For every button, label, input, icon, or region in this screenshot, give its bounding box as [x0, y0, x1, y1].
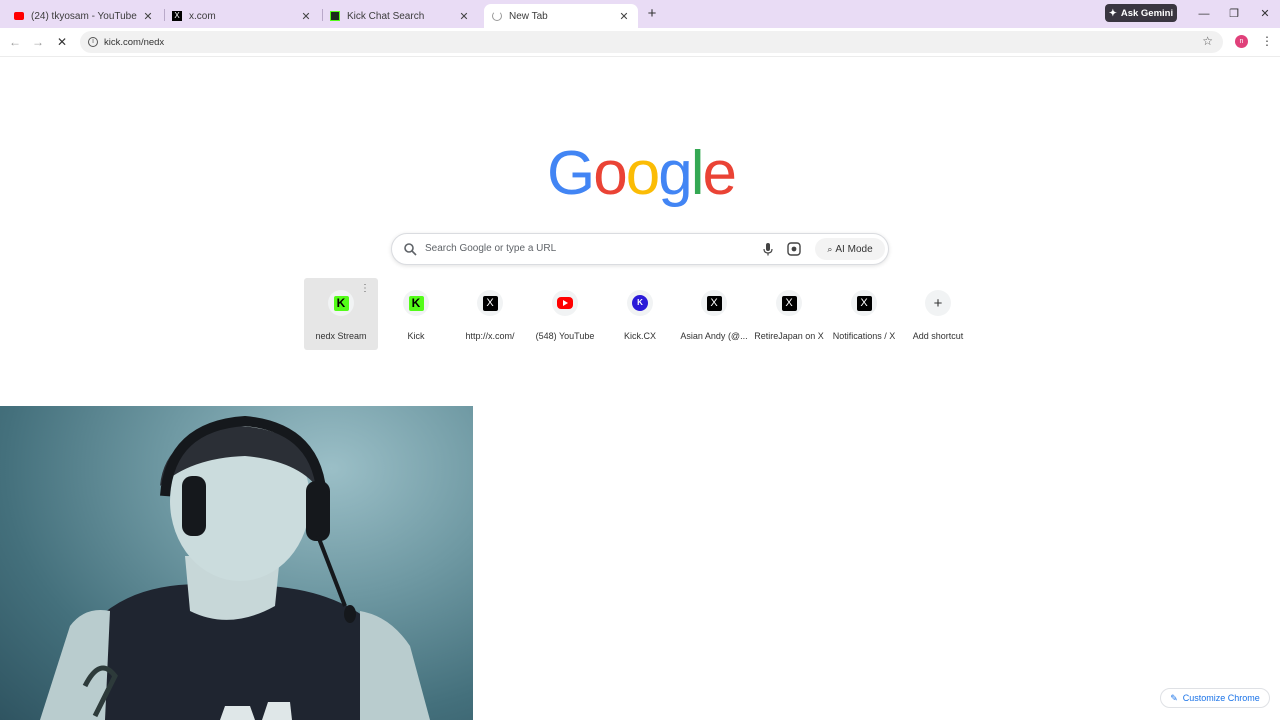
address-url[interactable]: kick.com/nedx	[104, 37, 164, 48]
customize-chrome-button[interactable]: ✎ Customize Chrome	[1160, 688, 1270, 708]
ai-mode-label: AI Mode	[835, 243, 873, 255]
ai-mode-button[interactable]: ⌕ AI Mode	[815, 238, 885, 260]
google-logo: G o o g l e	[547, 138, 737, 208]
tab-strip: (24) tkyosam - YouTube ✕ X x.com ✕ Kick …	[0, 0, 1280, 28]
microphone-icon[interactable]	[762, 242, 774, 256]
shortcut-icon-circle: K	[627, 290, 653, 316]
tab-new-tab[interactable]: New Tab ✕	[484, 4, 638, 28]
webcam-person-image	[40, 415, 430, 720]
ai-search-icon: ⌕	[827, 243, 833, 254]
kick-icon	[330, 11, 340, 21]
plus-icon: +	[933, 294, 943, 312]
shortcut-tile[interactable]: K Kick	[379, 278, 453, 350]
shortcut-icon-circle: X	[701, 290, 727, 316]
close-icon[interactable]: ✕	[300, 10, 312, 23]
gemini-sparkle-icon: ✦	[1108, 7, 1117, 19]
shortcut-icon-circle: X	[477, 290, 503, 316]
tab-title: x.com	[189, 10, 216, 22]
kick-icon: K	[333, 295, 349, 311]
new-tab-button[interactable]: +	[644, 6, 660, 22]
shortcut-icon-circle: K	[328, 290, 354, 316]
logo-letter: g	[658, 139, 693, 208]
more-options-icon[interactable]: ⋮	[360, 283, 370, 294]
shortcut-icon-circle: K	[403, 290, 429, 316]
youtube-icon	[557, 297, 573, 309]
shortcut-tile[interactable]: K ⋮ nedx Stream	[304, 278, 378, 350]
logo-letter: e	[702, 139, 737, 208]
x-icon: X	[706, 295, 722, 311]
tab-title: Kick Chat Search	[347, 10, 425, 22]
chrome-menu-icon[interactable]: ⋮	[1261, 34, 1273, 48]
shortcut-icon-circle	[552, 290, 578, 316]
logo-letter: G	[547, 139, 595, 208]
tab-title: (24) tkyosam - YouTube	[31, 10, 137, 22]
close-icon[interactable]: ✕	[618, 10, 630, 23]
x-icon: X	[856, 295, 872, 311]
shortcut-tile[interactable]: X Notifications / X	[827, 278, 901, 350]
search-icon	[404, 243, 417, 256]
google-lens-icon[interactable]	[787, 242, 801, 256]
shortcut-tile[interactable]: X http://x.com/	[453, 278, 527, 350]
shortcut-label: http://x.com/	[465, 331, 515, 341]
shortcut-label: RetireJapan on X	[754, 331, 824, 341]
tab-title: New Tab	[509, 10, 548, 22]
x-icon: X	[482, 295, 498, 311]
bookmark-star-icon[interactable]: ☆	[1202, 34, 1213, 48]
ask-gemini-label: Ask Gemini	[1120, 7, 1174, 19]
close-icon[interactable]: ✕	[142, 10, 154, 23]
tab-x[interactable]: X x.com ✕	[164, 4, 320, 28]
profile-avatar[interactable]: n	[1235, 35, 1248, 48]
kick-icon: K	[408, 295, 424, 311]
minimize-button[interactable]: —	[1196, 6, 1212, 22]
youtube-icon	[14, 11, 24, 21]
loading-spinner-icon	[492, 11, 502, 21]
add-shortcut-button[interactable]: + Add shortcut	[901, 278, 975, 350]
shortcut-label: (548) YouTube	[535, 331, 595, 341]
shortcut-icon-circle: X	[851, 290, 877, 316]
shortcut-label: Add shortcut	[912, 331, 964, 341]
search-box[interactable]: Search Google or type a URL ⌕ AI Mode	[391, 233, 889, 265]
back-button[interactable]: ←	[8, 35, 22, 49]
x-icon: X	[781, 295, 797, 311]
forward-button[interactable]: →	[31, 35, 45, 49]
ask-gemini-button[interactable]: ✦ Ask Gemini	[1105, 4, 1177, 22]
restore-button[interactable]: ❐	[1226, 6, 1242, 22]
x-icon: X	[172, 11, 182, 21]
search-input[interactable]: Search Google or type a URL	[425, 243, 556, 254]
stop-loading-button[interactable]: ✕	[55, 35, 69, 49]
browser-toolbar: ← → ✕ i kick.com/nedx ☆ n ⋮	[0, 28, 1280, 57]
window-close-button[interactable]: ✕	[1257, 6, 1273, 22]
shortcut-icon-circle: X	[776, 290, 802, 316]
customize-chrome-label: Customize Chrome	[1182, 693, 1260, 703]
site-info-icon[interactable]: i	[88, 37, 98, 47]
logo-letter: o	[593, 139, 628, 208]
webcam-overlay	[0, 406, 473, 720]
close-icon[interactable]: ✕	[458, 10, 470, 23]
kickcx-icon: K	[632, 295, 648, 311]
shortcut-label: Asian Andy (@...	[680, 331, 748, 341]
tab-youtube[interactable]: (24) tkyosam - YouTube ✕	[6, 4, 162, 28]
address-bar[interactable]: i kick.com/nedx ☆	[80, 31, 1223, 53]
shortcut-tile[interactable]: K Kick.CX	[603, 278, 677, 350]
tab-kick-chat-search[interactable]: Kick Chat Search ✕	[322, 4, 478, 28]
shortcut-label: nedx Stream	[315, 331, 367, 341]
pencil-icon: ✎	[1170, 692, 1178, 703]
logo-letter: l	[690, 139, 705, 208]
shortcut-tile[interactable]: (548) YouTube	[528, 278, 602, 350]
shortcut-icon-circle: +	[925, 290, 951, 316]
shortcut-tile[interactable]: X RetireJapan on X	[752, 278, 826, 350]
shortcut-tile[interactable]: X Asian Andy (@...	[677, 278, 751, 350]
logo-letter: o	[625, 139, 661, 208]
